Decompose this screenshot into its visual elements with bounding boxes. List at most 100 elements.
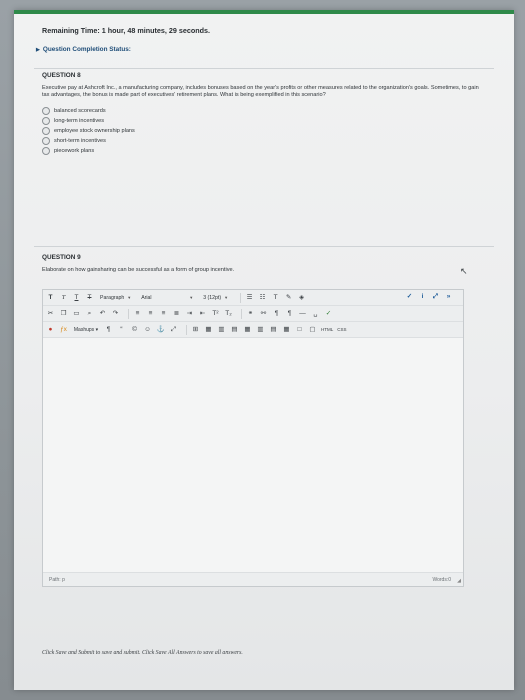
option-balanced-scorecards[interactable]: balanced scorecards xyxy=(42,106,106,115)
paragraph-format-value: Paragraph xyxy=(100,294,125,301)
table-props-icon[interactable]: ▦ xyxy=(282,325,291,335)
paint-bucket-icon[interactable]: ◈ xyxy=(297,293,306,303)
option-short-term-incentives[interactable]: short-term incentives xyxy=(42,136,106,145)
radio-button[interactable] xyxy=(42,146,50,155)
word-count: Words:0 xyxy=(432,577,451,583)
paragraph-format-select[interactable]: Paragraph ▼ xyxy=(98,293,133,303)
radio-button[interactable] xyxy=(42,106,50,115)
pilcrow-icon[interactable]: ¶ xyxy=(104,325,113,335)
top-accent-bar xyxy=(14,10,514,14)
fullscreen-icon[interactable]: ⤢ xyxy=(431,292,440,302)
radio-button[interactable] xyxy=(42,116,50,125)
table-row-icon[interactable]: ▦ xyxy=(204,325,213,335)
copyright-icon[interactable]: © xyxy=(130,325,139,335)
strikethrough-button[interactable]: T xyxy=(85,293,94,303)
option-label: short-term incentives xyxy=(54,137,106,144)
radio-button[interactable] xyxy=(42,136,50,145)
question-completion-status[interactable]: ▶ Question Completion Status: xyxy=(36,46,131,53)
quote-icon[interactable]: “ xyxy=(117,325,126,335)
formula-icon[interactable]: ƒx xyxy=(59,325,68,335)
text-color-icon[interactable]: T xyxy=(271,293,280,303)
unlink-icon[interactable]: ⚯ xyxy=(259,309,268,319)
collapse-toolbar-icon[interactable]: » xyxy=(444,292,453,302)
font-size-select[interactable]: 3 (12pt) ▼ xyxy=(201,293,230,303)
align-justify-icon[interactable]: ≣ xyxy=(172,309,181,319)
font-family-select[interactable]: Arial ▼ xyxy=(139,293,195,303)
numbered-list-icon[interactable]: ☷ xyxy=(258,293,267,303)
option-label: balanced scorecards xyxy=(54,107,106,114)
record-icon[interactable]: ● xyxy=(46,325,55,335)
option-employee-stock-ownership-plans[interactable]: employee stock ownership plans xyxy=(42,126,135,135)
chevron-down-icon: ▼ xyxy=(224,294,229,300)
outdent-icon[interactable]: ⇤ xyxy=(198,309,207,319)
subscript-icon[interactable]: T₂ xyxy=(224,309,233,319)
option-label: employee stock ownership plans xyxy=(54,127,135,134)
question-8-text: Executive pay at Ashcroft Inc., a manufa… xyxy=(42,85,479,98)
bold-button[interactable]: T xyxy=(46,293,55,303)
box-icon[interactable]: □ xyxy=(295,325,304,335)
spellcheck-toggle-icon[interactable]: ✓ xyxy=(324,309,333,319)
nonbreaking-space-icon[interactable]: ␣ xyxy=(311,309,320,319)
horizontal-rule-icon[interactable]: — xyxy=(298,309,307,319)
editor-path: Path: p xyxy=(49,577,65,583)
rich-text-editor[interactable]: T T T T Paragraph ▼ Arial ▼ 3 (12pt) ▼ ☰ ☷ … xyxy=(42,289,464,587)
radio-button[interactable] xyxy=(42,126,50,135)
option-piecework-plans[interactable]: piecework plans xyxy=(42,146,94,155)
fullscreen-expand-icon[interactable]: ⤢ xyxy=(169,325,178,335)
search-icon[interactable]: ⌕ xyxy=(85,309,94,319)
table-delete-icon[interactable]: ▤ xyxy=(269,325,278,335)
separator xyxy=(186,324,187,335)
redo-icon[interactable]: ↷ xyxy=(111,309,120,319)
font-family-value: Arial xyxy=(141,294,152,301)
cut-icon[interactable]: ✂ xyxy=(46,309,55,319)
anchor-icon[interactable]: ⚓ xyxy=(156,325,165,335)
option-label: long-term incentives xyxy=(54,117,105,124)
align-right-icon[interactable]: ≡ xyxy=(159,309,168,319)
toolbar-right-group: ✓ i ⤢ » xyxy=(405,292,457,302)
editor-toolbar-row-3: ● ƒx Mashups ▾ ¶ “ © ☺ ⚓ ⤢ ⊞ ▦ ▥ ▤ ▦ ▥ ▤… xyxy=(43,322,463,338)
help-icon[interactable]: i xyxy=(418,292,427,302)
underline-button[interactable]: T xyxy=(72,293,81,303)
divider xyxy=(34,68,494,69)
table-split-icon[interactable]: ▥ xyxy=(256,325,265,335)
align-left-icon[interactable]: ≡ xyxy=(133,309,142,319)
copy-icon[interactable]: ❐ xyxy=(59,309,68,319)
superscript-icon[interactable]: T² xyxy=(211,309,220,319)
table-merge-icon[interactable]: ▦ xyxy=(243,325,252,335)
italic-button[interactable]: T xyxy=(59,293,68,303)
table-column-icon[interactable]: ▥ xyxy=(217,325,226,335)
mashups-label: Mashups xyxy=(73,326,95,333)
divider xyxy=(34,246,494,247)
highlight-pen-icon[interactable]: ✎ xyxy=(284,293,293,303)
resize-handle-icon[interactable]: ◢ xyxy=(457,578,461,584)
rtl-direction-icon[interactable]: ¶ xyxy=(285,309,294,319)
undo-icon[interactable]: ↶ xyxy=(98,309,107,319)
paste-icon[interactable]: ▭ xyxy=(72,309,81,319)
insert-table-icon[interactable]: ⊞ xyxy=(191,325,200,335)
editor-status-bar: Path: p Words:0 ◢ xyxy=(43,572,463,586)
separator xyxy=(240,292,242,303)
mouse-cursor-icon: ↖ xyxy=(460,266,468,276)
separator xyxy=(241,308,242,319)
box-outline-icon[interactable]: ▢ xyxy=(308,325,317,335)
question-9-heading: QUESTION 9 xyxy=(42,254,81,261)
chevron-down-icon: ▼ xyxy=(189,294,194,300)
indent-icon[interactable]: ⇥ xyxy=(185,309,194,319)
html-button[interactable]: HTML xyxy=(321,325,333,335)
css-button[interactable]: CSS xyxy=(337,325,346,335)
question-9-text: Elaborate on how gainsharing can be succ… xyxy=(42,267,235,273)
spellcheck-icon[interactable]: ✓ xyxy=(405,292,414,302)
align-center-icon[interactable]: ≡ xyxy=(146,309,155,319)
table-cell-icon[interactable]: ▤ xyxy=(230,325,239,335)
mashups-menu[interactable]: Mashups ▾ xyxy=(72,325,100,335)
option-long-term-incentives[interactable]: long-term incentives xyxy=(42,116,104,125)
bullet-list-icon[interactable]: ☰ xyxy=(245,293,254,303)
paragraph-mark-icon[interactable]: ¶ xyxy=(272,309,281,319)
separator xyxy=(128,308,129,319)
link-icon[interactable]: ⚭ xyxy=(246,309,255,319)
remaining-time: Remaining Time: 1 hour, 48 minutes, 29 s… xyxy=(42,26,211,35)
status-label: Question Completion Status: xyxy=(42,46,131,53)
expand-triangle-icon: ▶ xyxy=(36,47,40,53)
editor-text-area[interactable] xyxy=(43,338,463,572)
smiley-icon[interactable]: ☺ xyxy=(143,325,152,335)
